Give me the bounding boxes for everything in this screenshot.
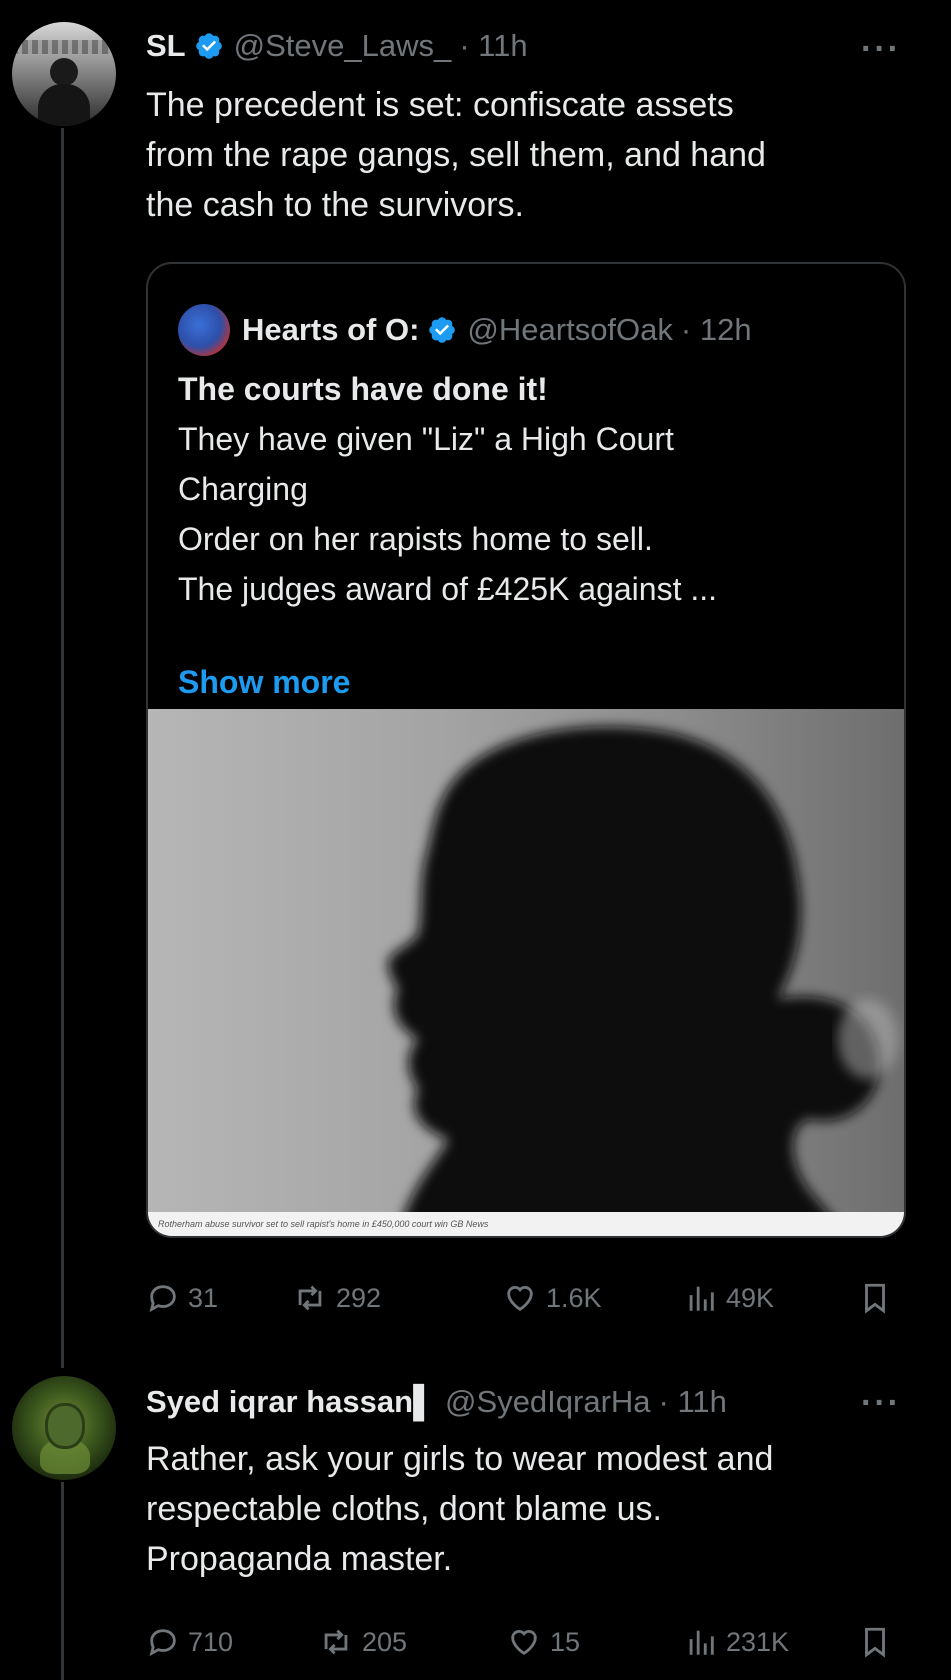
author-handle[interactable]: @SyedIqrarHa	[445, 1384, 651, 1420]
quoted-timestamp[interactable]: · 12h	[681, 312, 752, 348]
like-button[interactable]: 15	[506, 1625, 580, 1659]
avatar-background	[12, 40, 116, 54]
like-count: 15	[550, 1626, 581, 1657]
view-count: 49K	[726, 1282, 775, 1313]
author-name[interactable]: SL	[146, 28, 186, 64]
tweet-actions: 31 292 1.6K 49K	[146, 1278, 906, 1318]
quoted-text: They have given "Liz" a High Court Charg…	[178, 414, 878, 614]
thread-connector-top	[61, 128, 64, 1368]
views-button[interactable]: 49K	[684, 1281, 774, 1315]
tweet-text-line: Rather, ask your girls to wear modest an…	[146, 1440, 774, 1478]
avatar-body	[38, 84, 90, 126]
quoted-headline: The courts have done it!	[178, 371, 548, 407]
more-options-icon[interactable]: ···	[861, 1384, 901, 1423]
tweet-header: Syed iqrar hassan▌ @SyedIqrarHa · 11h	[146, 1384, 727, 1420]
tweet-text-line: the cash to the survivors.	[146, 186, 524, 224]
bookmark-button[interactable]	[858, 1624, 900, 1660]
repost-count: 292	[336, 1282, 382, 1313]
reply-count: 31	[188, 1282, 219, 1313]
timestamp[interactable]: · 11h	[659, 1384, 727, 1420]
timestamp[interactable]: · 11h	[459, 28, 527, 64]
repost-button[interactable]: 205	[318, 1625, 407, 1659]
avatar-head	[48, 1406, 82, 1446]
repost-button[interactable]: 292	[292, 1281, 381, 1315]
tweet-text-line: from the rape gangs, sell them, and hand	[146, 136, 766, 174]
tweet-text-line: respectable cloths, dont blame us.	[146, 1490, 662, 1528]
repost-icon	[324, 1629, 348, 1655]
repost-count: 205	[362, 1626, 408, 1657]
views-button[interactable]: 231K	[684, 1625, 789, 1659]
quoted-text-line: The judges award of £425K against ...	[178, 571, 718, 607]
views-icon	[689, 1630, 714, 1655]
tweet-text-line: Propaganda master.	[146, 1540, 453, 1578]
views-icon	[689, 1286, 714, 1311]
tweet-text-line: The precedent is set: confiscate assets	[146, 86, 734, 124]
verified-badge-icon	[195, 33, 222, 59]
avatar[interactable]	[12, 22, 116, 126]
view-count: 231K	[726, 1626, 790, 1657]
quoted-avatar[interactable]	[178, 304, 230, 356]
media-caption: Rotherham abuse survivor set to sell rap…	[148, 1212, 904, 1236]
silhouette-image	[388, 726, 898, 1236]
quoted-text-line: Order on her rapists home to sell.	[178, 521, 653, 557]
quoted-author-name[interactable]: Hearts of O:	[242, 312, 419, 348]
like-button[interactable]: 1.6K	[502, 1281, 602, 1315]
tweet-header: SL @Steve_Laws_ · 11h	[146, 28, 528, 64]
bookmark-button[interactable]	[858, 1280, 900, 1316]
like-count: 1.6K	[546, 1282, 602, 1313]
author-handle[interactable]: @Steve_Laws_	[234, 28, 452, 64]
quoted-author-handle[interactable]: @HeartsofOak	[467, 312, 672, 348]
reply-button[interactable]: 710	[146, 1625, 233, 1659]
quoted-media-image[interactable]: Rotherham abuse survivor set to sell rap…	[148, 709, 904, 1236]
avatar-head	[50, 58, 78, 86]
verified-badge-icon	[429, 317, 456, 343]
tweet-actions: 710 205 15 231K	[146, 1622, 906, 1662]
thread-connector-bottom	[61, 1482, 64, 1680]
bookmark-icon	[865, 1627, 885, 1658]
heart-icon	[511, 1630, 537, 1656]
tweet-text: The precedent is set: confiscate assets …	[146, 80, 766, 230]
show-more-link[interactable]: Show more	[178, 664, 350, 701]
repost-icon	[298, 1285, 322, 1311]
reply-count: 710	[188, 1626, 234, 1657]
quoted-text-line: Charging	[178, 471, 308, 507]
quoted-tweet-header: Hearts of O: @HeartsofOak · 12h	[178, 304, 752, 356]
avatar[interactable]	[12, 1376, 116, 1480]
quoted-tweet-card[interactable]: Hearts of O: @HeartsofOak · 12h The cour…	[146, 262, 906, 1238]
tweet-text: Rather, ask your girls to wear modest an…	[146, 1434, 773, 1584]
reply-button[interactable]: 31	[146, 1281, 218, 1315]
heart-icon	[507, 1286, 533, 1312]
reply-icon	[149, 1285, 176, 1313]
bookmark-icon	[865, 1283, 885, 1314]
reply-icon	[149, 1629, 176, 1657]
quoted-text-line: They have given "Liz" a High Court	[178, 421, 674, 457]
author-name[interactable]: Syed iqrar hassan▌	[146, 1384, 435, 1420]
more-options-icon[interactable]: ···	[861, 30, 901, 69]
